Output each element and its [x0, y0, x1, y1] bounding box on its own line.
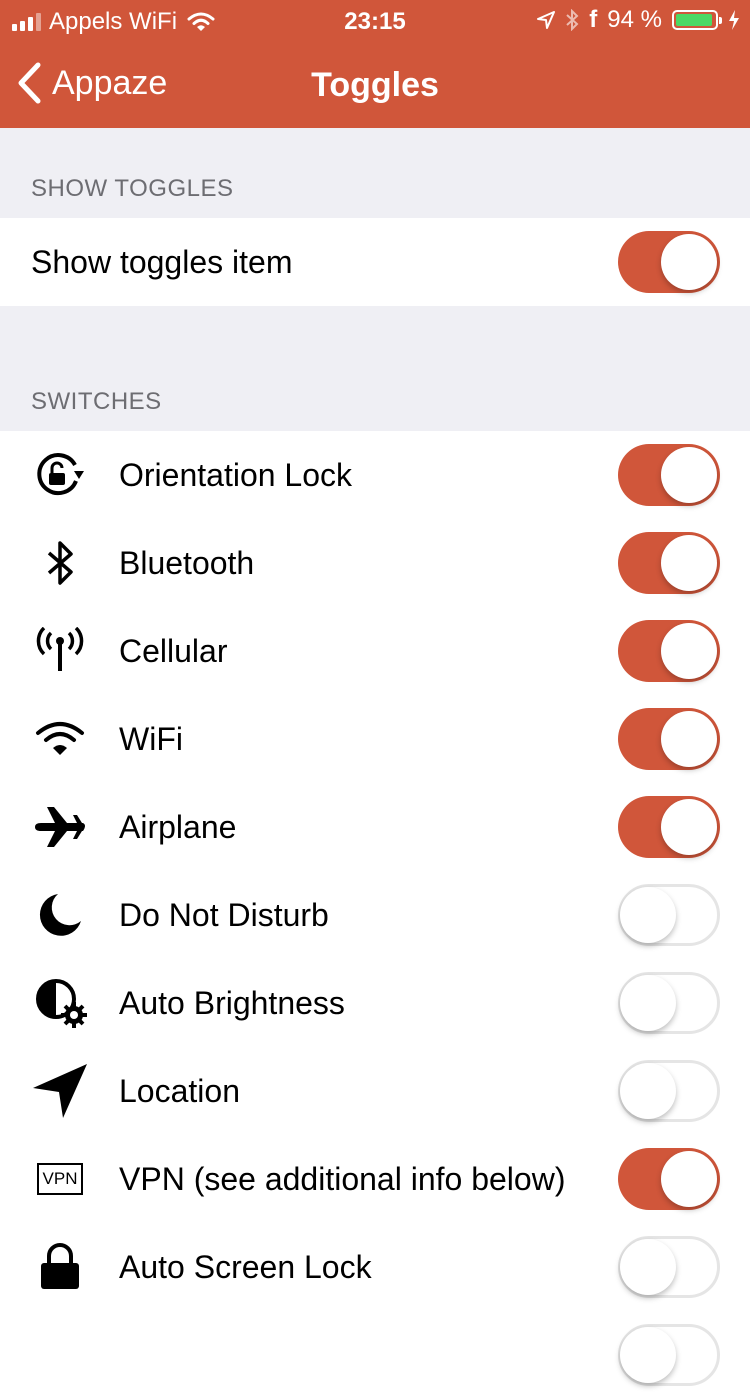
bluetooth-icon [565, 9, 579, 31]
switch-row-location: Location [0, 1047, 750, 1135]
moon-icon [31, 891, 89, 939]
auto-brightness-icon [31, 979, 89, 1028]
orientation-lock-icon [31, 451, 89, 499]
switch-label: VPN (see additional info below) [119, 1160, 566, 1197]
do-not-disturb-switch[interactable] [618, 884, 720, 946]
cellular-antenna-icon [31, 627, 89, 675]
cellular-switch[interactable] [618, 620, 720, 682]
switch-row-auto-brightness: Auto Brightness [0, 959, 750, 1047]
wifi-icon [31, 715, 89, 763]
bluetooth-icon [31, 539, 89, 587]
airplane-icon [31, 803, 89, 851]
switch-row-wifi: WiFi [0, 695, 750, 783]
facebook-icon: f [589, 6, 598, 33]
status-right: f 94 % [537, 6, 740, 34]
switch-row-airplane: Airplane [0, 783, 750, 871]
partial-switch[interactable] [618, 1324, 720, 1386]
orientation-lock-switch[interactable] [618, 444, 720, 506]
auto-screen-lock-switch[interactable] [618, 1236, 720, 1298]
auto-brightness-switch[interactable] [618, 972, 720, 1034]
section-header-switches: SWITCHES [31, 388, 162, 415]
switch-row-do-not-disturb: Do Not Disturb [0, 871, 750, 959]
show-toggles-switch[interactable] [618, 231, 720, 293]
show-toggles-row: Show toggles item [0, 218, 750, 306]
status-bar: Appels WiFi 23:15 f 94 % [0, 0, 750, 40]
location-switch[interactable] [618, 1060, 720, 1122]
show-toggles-label: Show toggles item [31, 243, 293, 280]
switch-row-auto-screen-lock: Auto Screen Lock [0, 1223, 750, 1311]
switch-row-partial [0, 1311, 750, 1399]
switches-group: Orientation Lock Bluetooth Cellular WiFi… [0, 431, 750, 1399]
vpn-icon: VPN [31, 1155, 89, 1203]
switch-row-bluetooth: Bluetooth [0, 519, 750, 607]
location-icon [31, 1064, 89, 1118]
battery-icon [672, 10, 722, 30]
switch-row-cellular: Cellular [0, 607, 750, 695]
switch-label: Orientation Lock [119, 456, 353, 493]
switch-label: Do Not Disturb [119, 896, 329, 933]
switch-row-vpn: VPN VPN (see additional info below) [0, 1135, 750, 1223]
show-toggles-group: Show toggles item [0, 218, 750, 306]
switch-row-orientation-lock: Orientation Lock [0, 431, 750, 519]
section-header-show-toggles: SHOW TOGGLES [31, 175, 234, 202]
bluetooth-switch[interactable] [618, 532, 720, 594]
wifi-switch[interactable] [618, 708, 720, 770]
switch-label: Airplane [119, 808, 237, 845]
vpn-switch[interactable] [618, 1148, 720, 1210]
page-title: Toggles [311, 66, 439, 104]
location-arrow-icon [537, 11, 556, 29]
lock-icon [31, 1243, 89, 1291]
navigation-bar: Appaze Toggles [0, 40, 750, 128]
switch-label: Bluetooth [119, 544, 255, 581]
switch-label: WiFi [119, 720, 183, 757]
switch-label: Cellular [119, 632, 228, 669]
battery-percent: 94 % [607, 6, 662, 33]
charging-bolt-icon [728, 10, 740, 30]
switch-label: Location [119, 1072, 240, 1109]
switch-label: Auto Screen Lock [119, 1248, 372, 1285]
airplane-switch[interactable] [618, 796, 720, 858]
switch-label: Auto Brightness [119, 984, 345, 1021]
